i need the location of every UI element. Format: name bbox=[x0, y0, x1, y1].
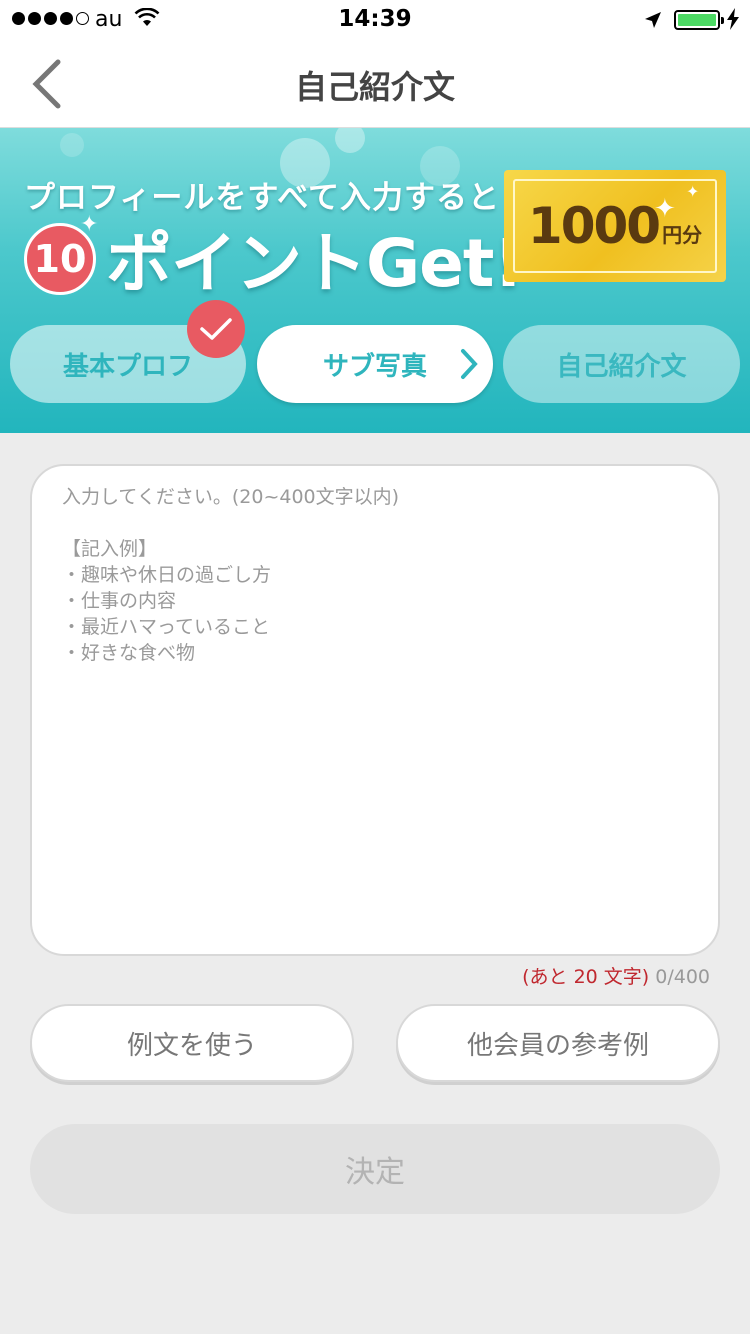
nav-bar: 自己紹介文 bbox=[0, 40, 750, 128]
status-bar: au 14:39 bbox=[0, 0, 750, 40]
promo-points-text: ポイントGet! bbox=[106, 225, 524, 302]
chevron-right-icon bbox=[461, 349, 478, 379]
step-sub-photo[interactable]: サブ写真 bbox=[257, 325, 493, 403]
sparkle-icon: ✦ bbox=[686, 182, 700, 201]
input-placeholder: 入力してください。(20~400文字以内) 【記入例】 ・趣味や休日の過ごし方 … bbox=[62, 486, 400, 664]
submit-button[interactable]: 決定 bbox=[30, 1124, 720, 1214]
bokeh-decoration bbox=[60, 133, 84, 157]
other-members-examples-button[interactable]: 他会員の参考例 bbox=[396, 1004, 720, 1082]
completed-check-icon bbox=[187, 300, 245, 358]
character-counter: (あと 20 文字) 0/400 bbox=[522, 962, 710, 989]
remaining-characters: (あと 20 文字) bbox=[522, 966, 650, 988]
sparkle-icon: ✦ bbox=[80, 212, 99, 237]
ticket-amount: 1000 bbox=[527, 197, 661, 255]
use-example-button[interactable]: 例文を使う bbox=[30, 1004, 354, 1082]
bokeh-decoration bbox=[335, 128, 365, 153]
clock: 14:39 bbox=[338, 6, 412, 32]
promo-banner: プロフィールをすべて入力すると 10 ✦ ポイントGet! 1000 円分 ✦ … bbox=[0, 128, 750, 433]
step-self-introduction[interactable]: 自己紹介文 bbox=[503, 325, 740, 403]
ticket-graphic: 1000 円分 ✦ ✦ bbox=[504, 170, 726, 282]
sparkle-icon: ✦ bbox=[654, 194, 676, 224]
step-label: サブ写真 bbox=[322, 351, 427, 382]
step-label: 基本プロフ bbox=[62, 351, 193, 382]
character-count: 0/400 bbox=[655, 966, 710, 988]
page-title: 自己紹介文 bbox=[294, 68, 455, 106]
battery-icon bbox=[674, 10, 724, 30]
self-introduction-input[interactable]: 入力してください。(20~400文字以内) 【記入例】 ・趣味や休日の過ごし方 … bbox=[30, 464, 720, 956]
charging-bolt-icon bbox=[727, 8, 739, 30]
location-arrow-icon bbox=[645, 12, 661, 28]
step-label: 自己紹介文 bbox=[556, 351, 687, 382]
